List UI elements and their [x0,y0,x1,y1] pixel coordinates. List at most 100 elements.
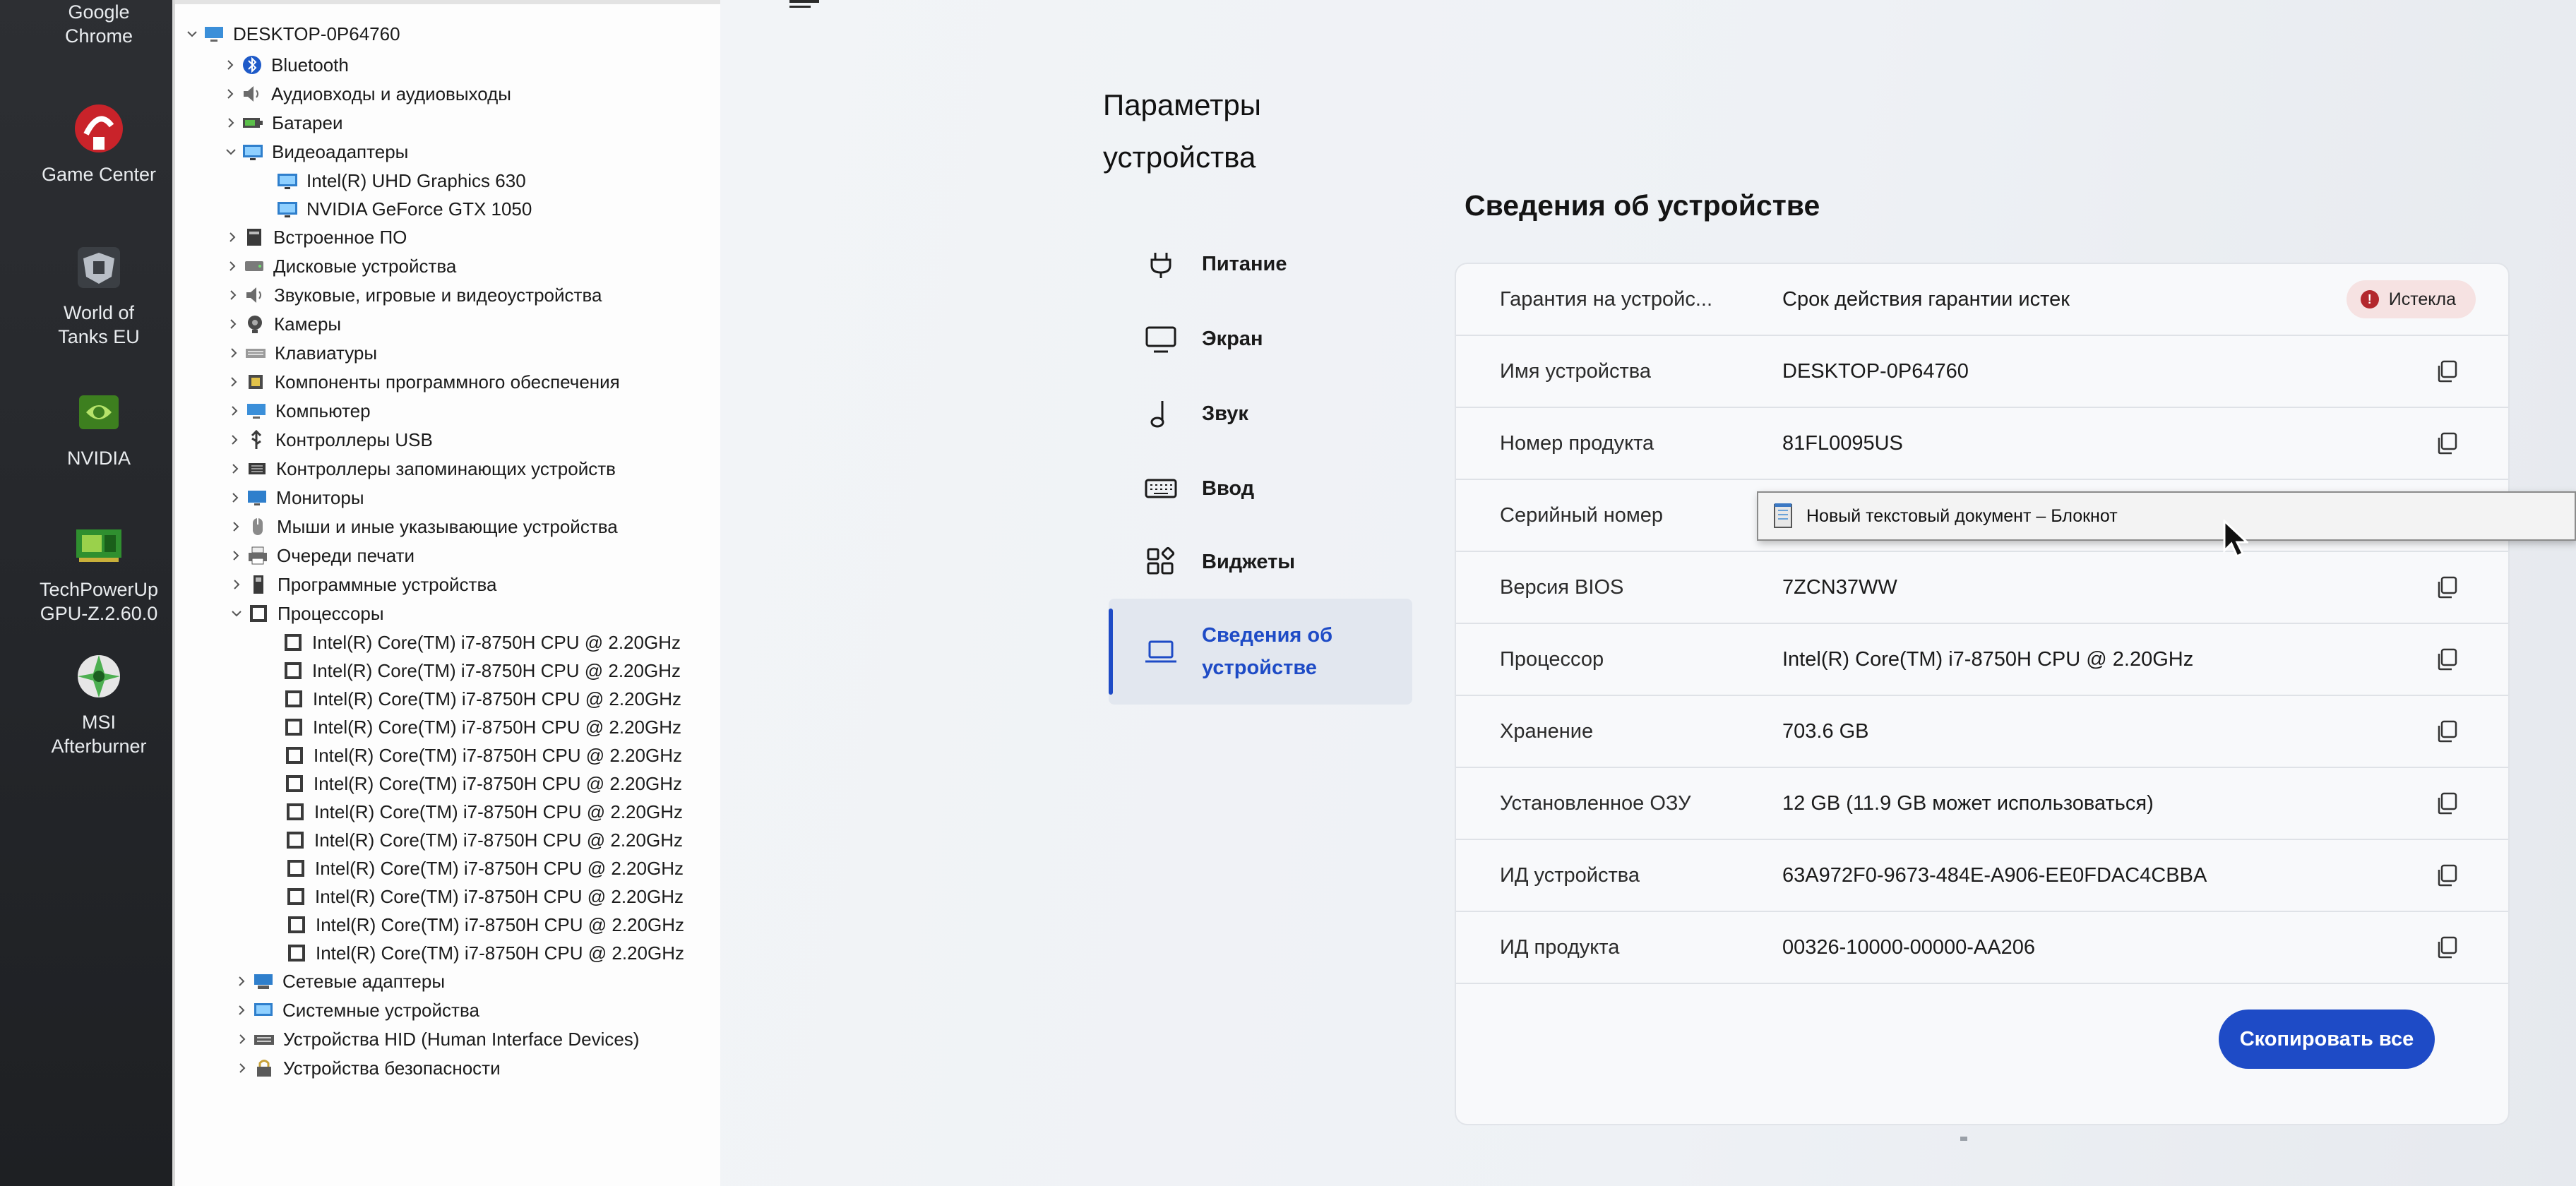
chevron-right-icon[interactable] [222,256,242,276]
desktop-icon-world-of-tanks[interactable]: World of Tanks EU [7,237,191,349]
nav-label: Экран [1202,327,1263,350]
tree-root[interactable]: DESKTOP-0P64760 [182,20,400,48]
nvidia-icon [69,383,129,442]
notepad-window-title[interactable]: Новый текстовый документ – Блокнот [1757,491,2576,541]
chevron-right-icon[interactable] [232,1029,252,1049]
tree-category-item[interactable]: Устройства безопасности [232,1054,501,1082]
copy-icon[interactable] [2432,932,2463,963]
section-title: Сведения об устройстве [1465,189,1820,222]
info-row-value: 00326-10000-00000-AA206 [1782,935,2035,959]
chevron-right-icon[interactable] [220,55,240,75]
tree-category-item[interactable]: Видеоадаптеры [221,138,408,166]
desktop-icon-label: GPU-Z.2.60.0 [40,603,158,624]
desktop-icon-chrome[interactable]: Google Chrome [7,0,191,48]
desktop-icon-game-center[interactable]: Game Center [7,99,191,186]
info-row-label: Хранение [1500,719,1594,743]
tree-device-item[interactable]: Intel(R) Core(TM) i7-8750H CPU @ 2.20GHz [281,628,681,657]
tree-device-item[interactable]: Intel(R) Core(TM) i7-8750H CPU @ 2.20GHz [282,741,682,769]
tree-item-label: Мониторы [276,486,364,508]
chevron-right-icon[interactable] [232,1000,251,1020]
tree-category-item[interactable]: Мониторы [225,484,364,512]
tree-device-item[interactable]: Intel(R) Core(TM) i7-8750H CPU @ 2.20GHz [283,826,683,854]
tree-item-label: Компьютер [275,400,371,421]
chevron-down-icon[interactable] [227,604,246,623]
tree-category-item[interactable]: Клавиатуры [224,339,377,367]
tree-device-item[interactable]: Intel(R) Core(TM) i7-8750H CPU @ 2.20GHz [285,939,684,967]
tree-category-item[interactable]: Bluetooth [220,51,349,79]
gpu-z-icon [69,514,129,573]
menu-icon[interactable] [789,0,819,8]
tree-category-item[interactable]: Процессоры [227,599,384,628]
copy-icon[interactable] [2432,572,2463,603]
chevron-right-icon[interactable] [227,575,246,594]
tree-category-item[interactable]: Мыши и иные указывающие устройства [226,513,618,541]
tree-category-item[interactable]: Дисковые устройства [222,252,456,280]
tree-category-item[interactable]: Батареи [221,109,342,137]
processor-icon [285,913,309,937]
tree-category-item[interactable]: Системные устройства [232,996,479,1024]
chevron-right-icon[interactable] [226,517,246,537]
tree-category-item[interactable]: Очереди печати [226,541,415,570]
chevron-right-icon[interactable] [221,113,241,133]
chevron-right-icon[interactable] [225,401,244,421]
chevron-right-icon[interactable] [224,372,244,392]
desktop-icon-nvidia[interactable]: NVIDIA [7,383,191,470]
chevron-right-icon[interactable] [222,227,242,247]
tree-device-item[interactable]: Intel(R) UHD Graphics 630 [275,167,526,195]
tree-device-item[interactable]: Intel(R) Core(TM) i7-8750H CPU @ 2.20GHz [284,882,684,911]
chevron-right-icon[interactable] [223,314,243,334]
tree-category-item[interactable]: Сетевые адаптеры [232,967,445,995]
tree-device-item[interactable]: Intel(R) Core(TM) i7-8750H CPU @ 2.20GHz [282,685,681,713]
tree-device-item[interactable]: Intel(R) Core(TM) i7-8750H CPU @ 2.20GHz [281,657,681,685]
tree-item-label: Встроенное ПО [273,226,407,248]
tree-device-item[interactable]: Intel(R) Core(TM) i7-8750H CPU @ 2.20GHz [285,911,684,939]
tree-item-label: Intel(R) Core(TM) i7-8750H CPU @ 2.20GHz [316,914,684,935]
chevron-right-icon[interactable] [225,488,245,508]
chevron-right-icon[interactable] [226,546,246,565]
copy-icon[interactable] [2432,356,2463,387]
tree-category-item[interactable]: Программные устройства [227,570,496,599]
copy-icon[interactable] [2432,860,2463,891]
info-row-value: 12 GB (11.9 GB может использоваться) [1782,791,2154,815]
tree-device-item[interactable]: Intel(R) Core(TM) i7-8750H CPU @ 2.20GHz [283,798,683,826]
chevron-right-icon[interactable] [224,343,244,363]
nav-item-input[interactable]: Ввод [1109,456,1412,521]
tree-category-item[interactable]: Компьютер [225,397,371,425]
chevron-down-icon[interactable] [182,24,202,44]
tree-device-item[interactable]: Intel(R) Core(TM) i7-8750H CPU @ 2.20GHz [284,854,684,882]
nav-item-screen[interactable]: Экран [1109,306,1412,371]
tree-category-item[interactable]: Контроллеры USB [225,426,433,454]
tree-category-item[interactable]: Встроенное ПО [222,223,407,251]
speaker-icon [240,82,264,106]
tree-device-item[interactable]: Intel(R) Core(TM) i7-8750H CPU @ 2.20GHz [282,713,681,741]
nav-item-sound[interactable]: Звук [1109,381,1412,446]
tree-category-item[interactable]: Контроллеры запоминающих устройств [225,455,616,483]
info-row-label: Имя устройства [1500,359,1651,383]
desktop-icon-msi-afterburner[interactable]: MSI Afterburner [7,647,191,758]
desktop-icon-gpu-z[interactable]: TechPowerUp GPU-Z.2.60.0 [7,514,191,625]
chevron-right-icon[interactable] [232,971,251,991]
chevron-right-icon[interactable] [225,459,245,479]
network-adapter-icon [251,969,275,993]
tree-category-item[interactable]: Аудиовходы и аудиовыходы [220,80,511,108]
nav-item-device-info[interactable]: Сведения об устройстве [1109,599,1412,705]
copy-icon[interactable] [2432,428,2463,459]
chevron-right-icon[interactable] [220,84,240,104]
tree-category-item[interactable]: Звуковые, игровые и видеоустройства [223,281,602,309]
nav-item-widgets[interactable]: Виджеты [1109,529,1412,594]
copy-icon[interactable] [2432,716,2463,747]
nav-item-power[interactable]: Питание [1109,232,1412,296]
chevron-down-icon[interactable] [221,142,241,162]
tree-device-item[interactable]: Intel(R) Core(TM) i7-8750H CPU @ 2.20GHz [282,769,682,798]
copy-all-button[interactable]: Скопировать все [2219,1010,2435,1069]
copy-icon[interactable] [2432,788,2463,819]
tree-category-item[interactable]: Камеры [223,310,341,338]
chevron-right-icon[interactable] [232,1058,252,1078]
chevron-right-icon[interactable] [225,430,244,450]
tree-category-item[interactable]: Устройства HID (Human Interface Devices) [232,1025,639,1053]
tree-item-label: Intel(R) Core(TM) i7-8750H CPU @ 2.20GHz [314,801,683,822]
tree-device-item[interactable]: NVIDIA GeForce GTX 1050 [275,195,532,223]
copy-icon[interactable] [2432,644,2463,675]
tree-category-item[interactable]: Компоненты программного обеспечения [224,368,620,396]
chevron-right-icon[interactable] [223,285,243,305]
